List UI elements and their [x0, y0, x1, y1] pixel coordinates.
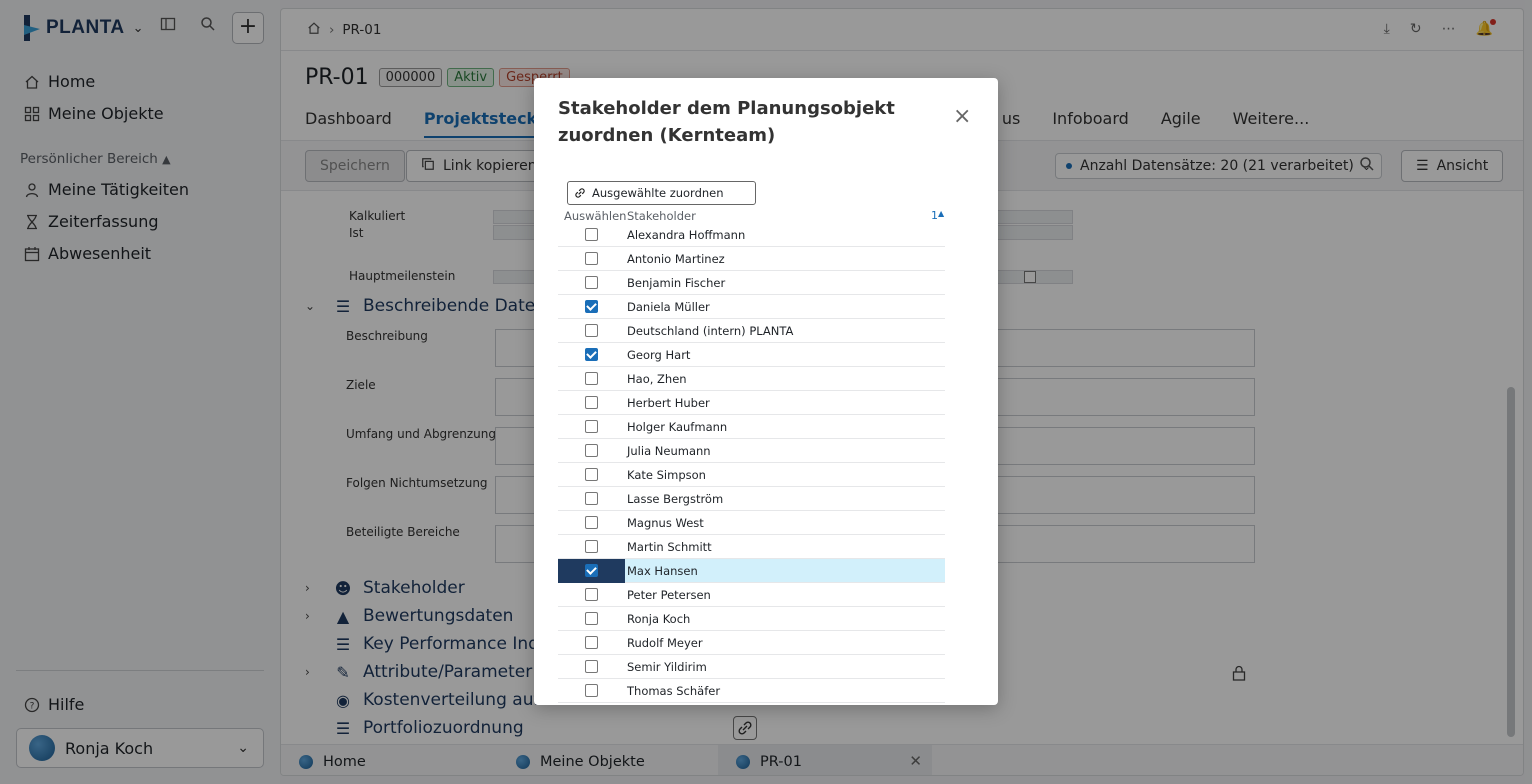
list-item[interactable]: Rudolf Meyer	[558, 631, 945, 655]
list-item[interactable]: Georg Hart	[558, 343, 945, 367]
select-cell	[558, 631, 625, 655]
select-cell	[558, 679, 625, 703]
list-item[interactable]: Thomas Schäfer	[558, 679, 945, 703]
select-checkbox[interactable]	[585, 684, 598, 697]
select-cell	[558, 511, 625, 535]
select-cell	[558, 607, 625, 631]
list-item[interactable]: Hao, Zhen	[558, 367, 945, 391]
list-item[interactable]: Martin Schmitt	[558, 535, 945, 559]
stakeholder-name: Thomas Schäfer	[627, 683, 721, 698]
link-icon	[573, 186, 587, 200]
close-icon[interactable]: ×	[953, 106, 971, 128]
select-checkbox[interactable]	[585, 660, 598, 673]
select-checkbox[interactable]	[585, 612, 598, 625]
select-cell	[558, 223, 625, 247]
select-cell	[558, 655, 625, 679]
select-checkbox[interactable]	[585, 300, 598, 313]
list-item[interactable]: Deutschland (intern) PLANTA	[558, 319, 945, 343]
stakeholder-name: Alexandra Hoffmann	[627, 227, 746, 242]
list-item[interactable]: Peter Petersen	[558, 583, 945, 607]
select-cell	[558, 415, 625, 439]
list-item[interactable]: Daniela Müller	[558, 295, 945, 319]
select-cell	[558, 463, 625, 487]
select-checkbox[interactable]	[585, 540, 598, 553]
stakeholder-name: Hao, Zhen	[627, 371, 687, 386]
sort-indicator[interactable]: 1▲	[931, 209, 944, 222]
select-checkbox[interactable]	[585, 468, 598, 481]
list-item[interactable]: Benjamin Fischer	[558, 271, 945, 295]
select-cell	[558, 247, 625, 271]
list-item[interactable]: Lasse Bergström	[558, 487, 945, 511]
select-cell	[558, 391, 625, 415]
list-item[interactable]: Kate Simpson	[558, 463, 945, 487]
select-checkbox[interactable]	[585, 252, 598, 265]
select-cell	[558, 487, 625, 511]
stakeholder-dialog: Stakeholder dem Planungsobjekt zuordnen …	[534, 78, 998, 705]
list-item[interactable]: Semir Yildirim	[558, 655, 945, 679]
select-cell	[558, 439, 625, 463]
select-cell	[558, 343, 625, 367]
stakeholder-name: Benjamin Fischer	[627, 275, 726, 290]
stakeholder-name: Antonio Martinez	[627, 251, 725, 266]
stakeholder-name: Julia Neumann	[627, 443, 711, 458]
select-checkbox[interactable]	[585, 516, 598, 529]
list-item[interactable]: Herbert Huber	[558, 391, 945, 415]
select-checkbox[interactable]	[585, 444, 598, 457]
stakeholder-name: Herbert Huber	[627, 395, 710, 410]
select-cell	[558, 558, 625, 583]
stakeholder-name: Kate Simpson	[627, 467, 706, 482]
select-checkbox[interactable]	[585, 348, 598, 361]
dialog-title: Stakeholder dem Planungsobjekt zuordnen …	[558, 98, 895, 146]
select-checkbox[interactable]	[585, 396, 598, 409]
list-item[interactable]: Holger Kaufmann	[558, 415, 945, 439]
list-item[interactable]: Ronja Koch	[558, 607, 945, 631]
list-item[interactable]: Max Hansen	[558, 558, 945, 583]
column-header-stakeholder[interactable]: Stakeholder	[627, 209, 696, 223]
stakeholder-name: Martin Schmitt	[627, 539, 712, 554]
list-item[interactable]: Alexandra Hoffmann	[558, 223, 945, 247]
select-cell	[558, 367, 625, 391]
select-checkbox[interactable]	[585, 492, 598, 505]
select-cell	[558, 295, 625, 319]
stakeholder-name: Holger Kaufmann	[627, 419, 728, 434]
select-cell	[558, 535, 625, 559]
stakeholder-name: Deutschland (intern) PLANTA	[627, 323, 794, 338]
stakeholder-name: Georg Hart	[627, 347, 691, 362]
select-checkbox[interactable]	[585, 276, 598, 289]
list-item[interactable]: Magnus West	[558, 511, 945, 535]
list-item[interactable]: Antonio Martinez	[558, 247, 945, 271]
select-checkbox[interactable]	[585, 228, 598, 241]
select-checkbox[interactable]	[585, 588, 598, 601]
stakeholder-name: Semir Yildirim	[627, 659, 707, 674]
stakeholder-name: Peter Petersen	[627, 587, 711, 602]
select-checkbox[interactable]	[585, 564, 598, 577]
select-cell	[558, 271, 625, 295]
column-header-select[interactable]: Auswählen	[564, 209, 626, 223]
select-checkbox[interactable]	[585, 420, 598, 433]
stakeholder-name: Max Hansen	[627, 563, 698, 578]
stakeholder-name: Lasse Bergström	[627, 491, 724, 506]
stakeholder-list: Alexandra Hoffmann Antonio Martinez Benjam…	[558, 223, 945, 705]
select-checkbox[interactable]	[585, 324, 598, 337]
select-checkbox[interactable]	[585, 372, 598, 385]
stakeholder-name: Ronja Koch	[627, 611, 691, 626]
sort-asc-icon: ▲	[938, 209, 945, 218]
stakeholder-name: Daniela Müller	[627, 299, 710, 314]
select-checkbox[interactable]	[585, 636, 598, 649]
stakeholder-name: Magnus West	[627, 515, 704, 530]
assign-selected-button[interactable]: Ausgewählte zuordnen	[567, 181, 756, 205]
select-cell	[558, 319, 625, 343]
select-cell	[558, 583, 625, 607]
list-item[interactable]: Julia Neumann	[558, 439, 945, 463]
stakeholder-name: Rudolf Meyer	[627, 635, 703, 650]
